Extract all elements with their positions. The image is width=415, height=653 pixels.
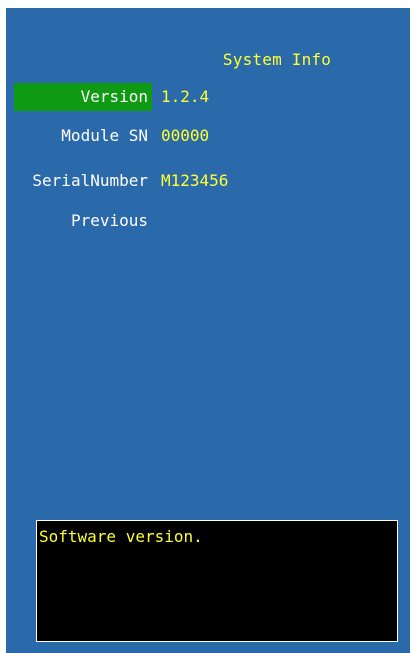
help-message-text: Software version.	[39, 527, 203, 546]
page-title: System Info	[222, 50, 332, 69]
menu-row-module-sn[interactable]: Module SN 00000	[6, 122, 410, 150]
device-screen: System Info Version 1.2.4 Module SN 0000…	[0, 0, 415, 653]
menu-row-version[interactable]: Version 1.2.4	[6, 83, 410, 111]
version-value: 1.2.4	[161, 87, 210, 106]
module-sn-value: 00000	[161, 126, 210, 145]
previous-button[interactable]: Previous	[14, 207, 152, 235]
menu-row-serial-number[interactable]: SerialNumber M123456	[6, 167, 410, 195]
help-message-box: Software version.	[36, 520, 398, 642]
system-info-panel: System Info Version 1.2.4 Module SN 0000…	[6, 8, 410, 653]
serial-number-value: M123456	[161, 171, 229, 190]
menu-item-serial-number[interactable]: SerialNumber	[14, 167, 152, 195]
menu-item-version[interactable]: Version	[14, 83, 152, 111]
menu-item-module-sn[interactable]: Module SN	[14, 122, 152, 150]
menu-row-previous[interactable]: Previous	[6, 207, 410, 235]
